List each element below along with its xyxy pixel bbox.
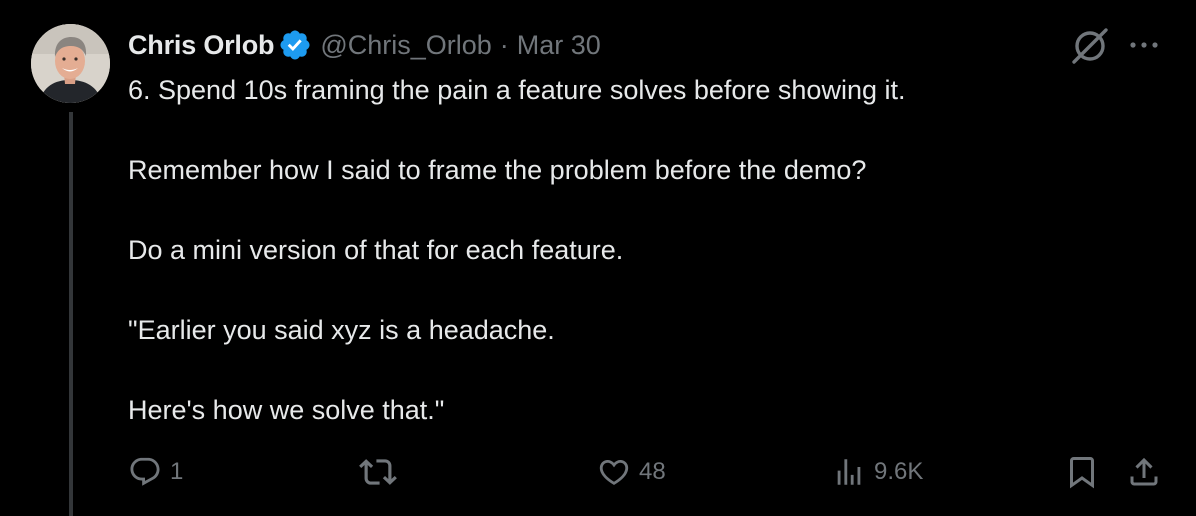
tweet-text-line: Do a mini version of that for each featu… <box>128 235 624 265</box>
tweet-text-line: "Earlier you said xyz is a headache. <box>128 315 555 345</box>
like-button[interactable]: 48 <box>597 452 666 492</box>
reply-count: 1 <box>170 458 184 485</box>
author-handle[interactable]: @Chris_Orlob <box>320 30 491 61</box>
tweet-date[interactable]: Mar 30 <box>517 30 601 61</box>
more-icon[interactable] <box>1127 30 1161 60</box>
bookmark-icon <box>1070 457 1094 489</box>
share-button[interactable] <box>1126 452 1162 492</box>
verified-badge-icon[interactable] <box>278 28 312 62</box>
heart-icon <box>599 459 629 485</box>
tweet-text: 6. Spend 10s framing the pain a feature … <box>128 70 1168 430</box>
tweet-text-line: 6. Spend 10s framing the pain a feature … <box>128 75 906 105</box>
tweet-header: Chris Orlob @Chris_Orlob · Mar 30 <box>128 26 601 64</box>
views-count: 9.6K <box>874 458 924 485</box>
grok-icon[interactable] <box>1070 26 1110 66</box>
tweet-text-line: Here's how we solve that." <box>128 395 445 425</box>
reply-icon <box>130 457 160 486</box>
share-icon <box>1130 457 1158 486</box>
avatar[interactable] <box>31 24 110 103</box>
reply-button[interactable]: 1 <box>128 452 183 492</box>
author-name[interactable]: Chris Orlob <box>128 30 275 61</box>
retweet-icon <box>359 459 397 485</box>
views-button[interactable]: 9.6K <box>832 452 923 492</box>
thread-line <box>69 112 73 516</box>
bookmark-button[interactable] <box>1064 452 1100 492</box>
retweet-button[interactable] <box>359 452 405 492</box>
tweet-text-line: Remember how I said to frame the problem… <box>128 155 867 185</box>
like-count: 48 <box>639 458 666 485</box>
views-icon <box>837 459 861 485</box>
separator-dot: · <box>499 29 509 60</box>
